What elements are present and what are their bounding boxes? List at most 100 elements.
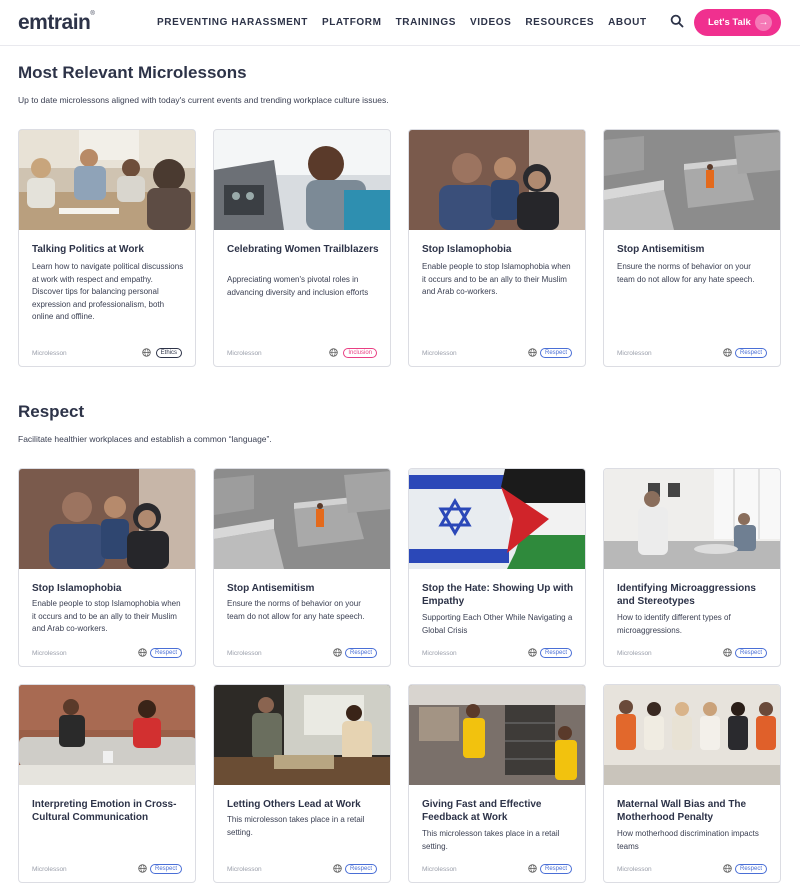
memorial-blocks-photo xyxy=(604,130,780,230)
globe-icon xyxy=(333,864,342,873)
card-title: Celebrating Women Trailblazers xyxy=(227,244,379,255)
microlesson-card[interactable]: Maternal Wall Bias and The Motherhood Pe… xyxy=(603,684,781,883)
memorial-blocks-photo xyxy=(214,469,390,569)
section-subtitle-respect: Facilitate healthier workplaces and esta… xyxy=(18,434,272,444)
globe-icon xyxy=(723,648,732,657)
microlesson-card[interactable]: Stop Islamophobia Enable people to stop … xyxy=(18,468,196,667)
card-description: Ensure the norms of behavior on your tea… xyxy=(227,599,365,621)
globe-icon xyxy=(138,648,147,657)
logo[interactable]: emtrain® xyxy=(18,11,95,35)
main-menu: PREVENTING HARASSMENT PLATFORM TRAININGS… xyxy=(157,17,661,28)
card-description: How to identify different types of micro… xyxy=(617,613,731,635)
globe-icon xyxy=(138,864,147,873)
nav-item-platform[interactable]: PLATFORM xyxy=(322,17,382,28)
card-tag[interactable]: Respect xyxy=(734,864,767,874)
card-tag[interactable]: Respect xyxy=(344,648,377,658)
card-description: Learn how to navigate political discussi… xyxy=(32,262,184,321)
microlesson-card[interactable]: Celebrating Women Trailblazers Appreciat… xyxy=(213,129,391,367)
card-tag[interactable]: Respect xyxy=(539,348,572,358)
card-tag[interactable]: Respect xyxy=(149,864,182,874)
living-room-photo xyxy=(19,685,195,785)
globe-icon xyxy=(528,864,537,873)
card-description: This microlesson takes place in a retail… xyxy=(227,815,365,837)
section-title-most-relevant: Most Relevant Microlessons xyxy=(18,63,247,82)
card-type: Microlesson xyxy=(32,650,67,657)
card-type: Microlesson xyxy=(32,350,67,357)
card-type: Microlesson xyxy=(422,650,457,657)
globe-icon xyxy=(329,348,338,357)
microlesson-card[interactable]: Stop Antisemitism Ensure the norms of be… xyxy=(213,468,391,667)
card-description: How motherhood discrimination impacts te… xyxy=(617,829,759,851)
card-title: Maternal Wall Bias and The Motherhood Pe… xyxy=(617,799,747,823)
card-type: Microlesson xyxy=(617,650,652,657)
lets-talk-label: Let's Talk xyxy=(708,17,751,28)
nav-item-videos[interactable]: VIDEOS xyxy=(470,17,511,28)
search-icon[interactable] xyxy=(670,14,684,28)
microlesson-card[interactable]: Talking Politics at Work Learn how to na… xyxy=(18,129,196,367)
microlesson-card[interactable]: Stop Antisemitism Ensure the norms of be… xyxy=(603,129,781,367)
card-type: Microlesson xyxy=(32,866,67,873)
card-title: Stop Islamophobia xyxy=(32,583,122,594)
microlesson-card[interactable]: Identifying Microaggressions and Stereot… xyxy=(603,468,781,667)
microlesson-card[interactable]: Interpreting Emotion in Cross-Cultural C… xyxy=(18,684,196,883)
card-tag[interactable]: Respect xyxy=(734,348,767,358)
card-type: Microlesson xyxy=(617,350,652,357)
card-tag[interactable]: Respect xyxy=(344,864,377,874)
nav-item-resources[interactable]: RESOURCES xyxy=(525,17,594,28)
market-photo xyxy=(214,685,390,785)
nav-item-about[interactable]: ABOUT xyxy=(608,17,647,28)
nav-item-trainings[interactable]: TRAININGS xyxy=(396,17,456,28)
office-meeting-photo xyxy=(19,130,195,230)
breakroom-photo xyxy=(604,469,780,569)
section-title-respect: Respect xyxy=(18,402,85,421)
card-title: Giving Fast and Effective Feedback at Wo… xyxy=(422,799,542,823)
card-tag[interactable]: Respect xyxy=(734,648,767,658)
card-type: Microlesson xyxy=(422,866,457,873)
card-tag[interactable]: Respect xyxy=(539,864,572,874)
card-title: Identifying Microaggressions and Stereot… xyxy=(617,583,756,607)
stockroom-photo xyxy=(409,685,585,785)
globe-icon xyxy=(723,864,732,873)
card-tag[interactable]: Inclusion xyxy=(343,348,377,358)
card-type: Microlesson xyxy=(617,866,652,873)
card-title: Stop Islamophobia xyxy=(422,244,512,255)
globe-icon xyxy=(528,648,537,657)
panel-women-photo xyxy=(604,685,780,785)
card-description: Supporting Each Other While Navigating a… xyxy=(422,613,573,635)
card-title: Stop Antisemitism xyxy=(617,244,705,255)
globe-icon xyxy=(142,348,151,357)
card-tag[interactable]: Respect xyxy=(149,648,182,658)
family-portrait-photo xyxy=(409,130,585,230)
top-nav: emtrain® PREVENTING HARASSMENT PLATFORM … xyxy=(0,0,800,46)
card-type: Microlesson xyxy=(227,866,262,873)
card-type: Microlesson xyxy=(422,350,457,357)
globe-icon xyxy=(528,348,537,357)
card-type: Microlesson xyxy=(227,650,262,657)
card-title: Interpreting Emotion in Cross-Cultural C… xyxy=(32,799,177,823)
card-title: Letting Others Lead at Work xyxy=(227,799,361,810)
section-subtitle-most-relevant: Up to date microlessons aligned with tod… xyxy=(18,95,389,105)
card-description: Enable people to stop Islamophobia when … xyxy=(32,599,181,633)
card-title: Talking Politics at Work xyxy=(32,244,144,255)
card-title: Stop the Hate: Showing Up with Empathy xyxy=(422,583,574,607)
arrow-right-icon: → xyxy=(755,14,772,31)
card-description: Enable people to stop Islamophobia when … xyxy=(422,262,571,296)
card-description: Appreciating women's pivotal roles in ad… xyxy=(227,275,369,297)
family-portrait-photo xyxy=(19,469,195,569)
microlesson-card[interactable]: Letting Others Lead at Work This microle… xyxy=(213,684,391,883)
globe-icon xyxy=(723,348,732,357)
nav-item-preventing-harassment[interactable]: PREVENTING HARASSMENT xyxy=(157,17,308,28)
card-tag[interactable]: Ethics xyxy=(155,348,182,358)
card-title: Stop Antisemitism xyxy=(227,583,315,594)
microlesson-card[interactable]: Stop the Hate: Showing Up with Empathy S… xyxy=(408,468,586,667)
card-tag[interactable]: Respect xyxy=(539,648,572,658)
card-description: This microlesson takes place in a retail… xyxy=(422,829,560,851)
card-description: Ensure the norms of behavior on your tea… xyxy=(617,262,755,284)
card-type: Microlesson xyxy=(227,350,262,357)
flags-photo xyxy=(409,469,585,569)
pilot-cockpit-photo xyxy=(214,130,390,230)
lets-talk-button[interactable]: Let's Talk → xyxy=(694,9,781,36)
microlesson-card[interactable]: Giving Fast and Effective Feedback at Wo… xyxy=(408,684,586,883)
globe-icon xyxy=(333,648,342,657)
microlesson-card[interactable]: Stop Islamophobia Enable people to stop … xyxy=(408,129,586,367)
